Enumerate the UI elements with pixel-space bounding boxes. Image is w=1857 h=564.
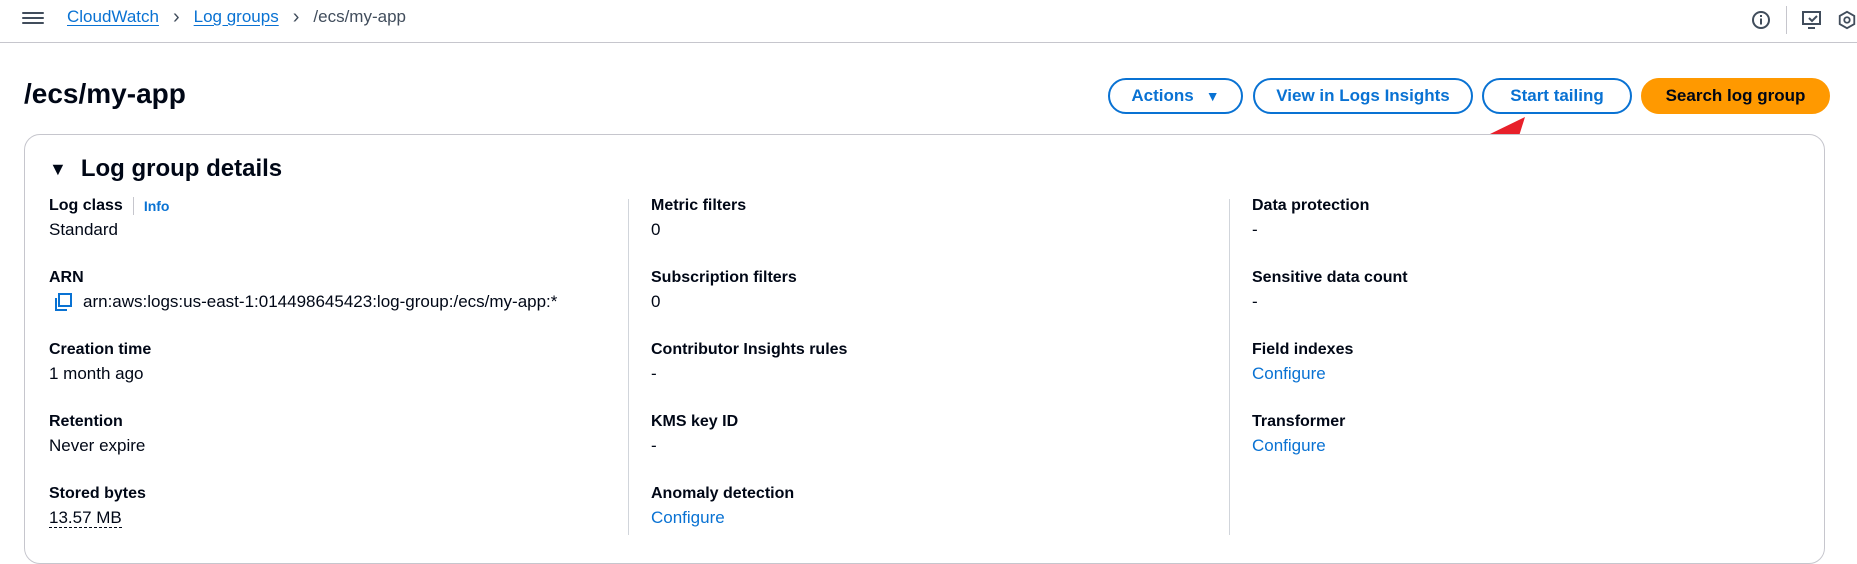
metric-filters-field: Metric filters 0: [651, 195, 1211, 267]
screen-inspect-icon[interactable]: [1799, 7, 1825, 33]
transformer-field: Transformer Configure: [1252, 411, 1812, 483]
view-in-logs-insights-button[interactable]: View in Logs Insights: [1253, 78, 1473, 114]
transformer-label: Transformer: [1252, 413, 1346, 430]
creation-time-label: Creation time: [49, 341, 152, 358]
sensitive-data-count-field: Sensitive data count -: [1252, 267, 1812, 339]
info-divider: [132, 197, 134, 215]
contributor-insights-value: -: [651, 364, 657, 383]
subscription-filters-value: 0: [651, 292, 661, 311]
stored-bytes-field: Stored bytes 13.57 MB: [49, 483, 609, 555]
log-class-label: Log class: [49, 197, 123, 214]
transformer-configure-link[interactable]: Configure: [1252, 433, 1812, 459]
arn-label: ARN: [49, 269, 84, 286]
retention-label: Retention: [49, 413, 123, 430]
subscription-filters-field: Subscription filters 0: [651, 267, 1211, 339]
data-protection-value: -: [1252, 220, 1258, 239]
field-indexes-label: Field indexes: [1252, 341, 1354, 358]
actions-dropdown-button[interactable]: Actions ▼: [1108, 78, 1243, 114]
search-log-group-button[interactable]: Search log group: [1641, 78, 1830, 114]
log-group-details-toggle[interactable]: ▼ Log group details: [49, 155, 282, 183]
log-group-details-panel: ▼ Log group details Log class Info Stand…: [24, 134, 1825, 564]
retention-field: Retention Never expire: [49, 411, 609, 483]
start-tailing-button[interactable]: Start tailing: [1482, 78, 1632, 114]
breadcrumb-current: /ecs/my-app: [313, 7, 406, 26]
breadcrumb: CloudWatch › Log groups › /ecs/my-app: [67, 7, 406, 27]
menu-icon[interactable]: [22, 9, 44, 27]
panel-heading: Log group details: [80, 155, 283, 182]
copy-icon[interactable]: [53, 292, 73, 312]
kms-key-label: KMS key ID: [651, 413, 739, 430]
field-indexes-field: Field indexes Configure: [1252, 339, 1812, 411]
info-circle-icon[interactable]: [1748, 7, 1774, 33]
top-utility-icons: [1748, 6, 1857, 34]
subscription-filters-label: Subscription filters: [651, 269, 797, 286]
anomaly-detection-label: Anomaly detection: [651, 485, 795, 502]
arn-value: arn:aws:logs:us-east-1:014498645423:log-…: [83, 292, 558, 311]
details-column-3: Data protection - Sensitive data count -…: [1252, 195, 1812, 483]
sensitive-data-count-label: Sensitive data count: [1252, 269, 1408, 286]
page-title: /ecs/my-app: [24, 78, 186, 109]
toolbar-divider: [1786, 6, 1787, 34]
breadcrumb-log-groups[interactable]: Log groups: [194, 7, 279, 27]
caret-down-icon: ▼: [1205, 88, 1220, 104]
details-column-2: Metric filters 0 Subscription filters 0 …: [651, 195, 1211, 555]
metric-filters-value: 0: [651, 220, 661, 239]
top-navigation-bar: CloudWatch › Log groups › /ecs/my-app: [0, 0, 1857, 43]
info-link[interactable]: Info: [144, 195, 170, 217]
arn-field: ARN arn:aws:logs:us-east-1:014498645423:…: [49, 267, 609, 339]
contributor-insights-field: Contributor Insights rules -: [651, 339, 1211, 411]
data-protection-field: Data protection -: [1252, 195, 1812, 267]
details-column-1: Log class Info Standard ARN arn:aws:logs…: [49, 195, 609, 555]
actions-button-label: Actions: [1131, 86, 1194, 105]
expanded-triangle-icon: ▼: [49, 158, 67, 179]
kms-key-value: -: [651, 436, 657, 455]
column-divider: [1229, 199, 1230, 535]
retention-value: Never expire: [49, 436, 146, 455]
chevron-right-icon: ›: [172, 6, 180, 28]
contributor-insights-label: Contributor Insights rules: [651, 341, 848, 358]
data-protection-label: Data protection: [1252, 197, 1370, 214]
creation-time-field: Creation time 1 month ago: [49, 339, 609, 411]
stored-bytes-value: 13.57 MB: [49, 508, 122, 528]
anomaly-detection-configure-link[interactable]: Configure: [651, 505, 1211, 531]
breadcrumb-cloudwatch[interactable]: CloudWatch: [67, 7, 159, 27]
stored-bytes-label: Stored bytes: [49, 485, 146, 502]
sensitive-data-count-value: -: [1252, 292, 1258, 311]
kms-key-field: KMS key ID -: [651, 411, 1211, 483]
creation-time-value: 1 month ago: [49, 364, 144, 383]
settings-hex-icon[interactable]: [1837, 7, 1857, 33]
log-class-field: Log class Info Standard: [49, 195, 609, 267]
field-indexes-configure-link[interactable]: Configure: [1252, 361, 1812, 387]
column-divider: [628, 199, 629, 535]
metric-filters-label: Metric filters: [651, 197, 747, 214]
anomaly-detection-field: Anomaly detection Configure: [651, 483, 1211, 555]
chevron-right-icon: ›: [292, 6, 300, 28]
log-class-value: Standard: [49, 220, 118, 239]
